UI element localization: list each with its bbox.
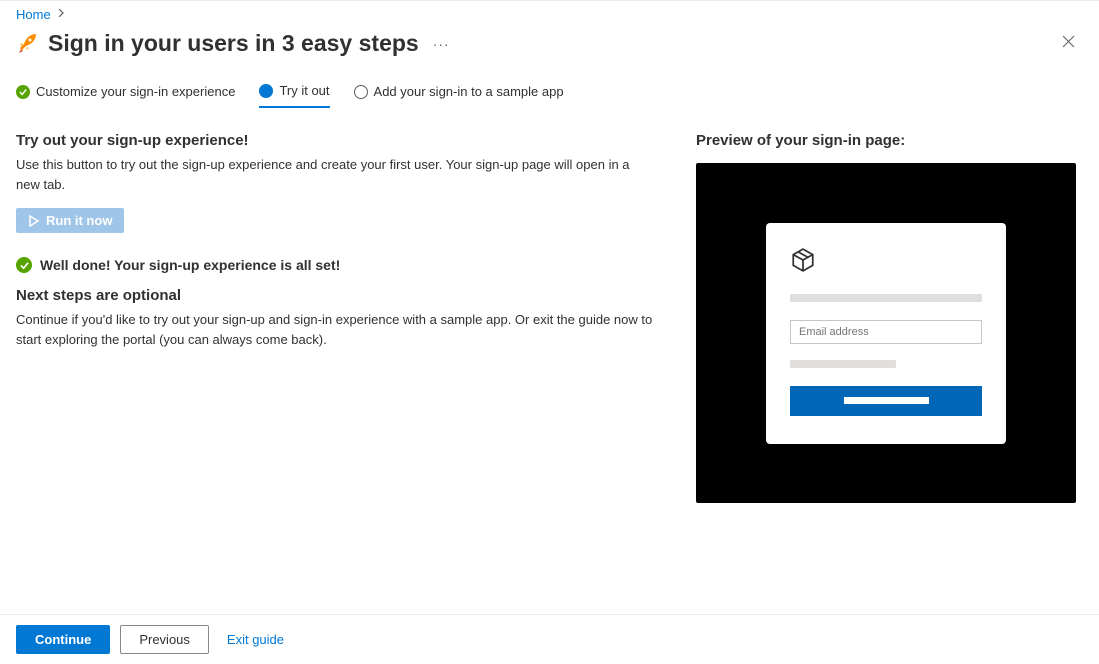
rocket-icon [16,32,40,56]
success-text: Well done! Your sign-up experience is al… [40,257,340,273]
success-message: Well done! Your sign-up experience is al… [16,257,656,273]
next-steps-title: Next steps are optional [16,287,656,304]
breadcrumb: Home [0,1,1099,26]
package-icon [790,247,982,276]
steps-nav: Customize your sign-in experience Try it… [0,65,1099,108]
step-try-it-out[interactable]: Try it out [259,83,329,108]
email-field[interactable] [790,320,982,344]
tryout-description: Use this button to try out the sign-up e… [16,155,656,194]
placeholder-heading [790,294,982,302]
content-area: Try out your sign-up experience! Use thi… [0,108,1099,503]
continue-button[interactable]: Continue [16,625,110,654]
page-title: Sign in your users in 3 easy steps [48,30,419,57]
play-icon [28,215,40,227]
exit-guide-link[interactable]: Exit guide [227,632,284,647]
preview-frame [696,163,1076,503]
run-button-label: Run it now [46,213,112,228]
placeholder-subtext [790,360,896,368]
footer-bar: Continue Previous Exit guide [0,614,1099,664]
page-header: Sign in your users in 3 easy steps ··· [0,26,1099,65]
next-steps-description: Continue if you'd like to try out your s… [16,310,656,349]
signin-card [766,223,1006,444]
right-column: Preview of your sign-in page: [696,132,1083,503]
step-label: Customize your sign-in experience [36,84,235,99]
success-check-icon [16,257,32,273]
signin-submit-button[interactable] [790,386,982,416]
more-icon[interactable]: ··· [433,36,450,52]
run-it-now-button[interactable]: Run it now [16,208,124,233]
todo-step-icon [354,85,368,99]
current-step-icon [259,84,273,98]
close-icon[interactable] [1054,31,1083,56]
step-label: Add your sign-in to a sample app [374,84,564,99]
left-column: Try out your sign-up experience! Use thi… [16,132,656,503]
chevron-right-icon [57,9,65,20]
breadcrumb-home[interactable]: Home [16,7,51,22]
previous-button[interactable]: Previous [120,625,209,654]
tryout-title: Try out your sign-up experience! [16,132,656,149]
step-customize[interactable]: Customize your sign-in experience [16,84,235,107]
step-label: Try it out [279,83,329,98]
preview-title: Preview of your sign-in page: [696,132,1083,149]
check-icon [16,85,30,99]
step-add-sample[interactable]: Add your sign-in to a sample app [354,84,564,107]
button-label-placeholder [844,397,929,404]
